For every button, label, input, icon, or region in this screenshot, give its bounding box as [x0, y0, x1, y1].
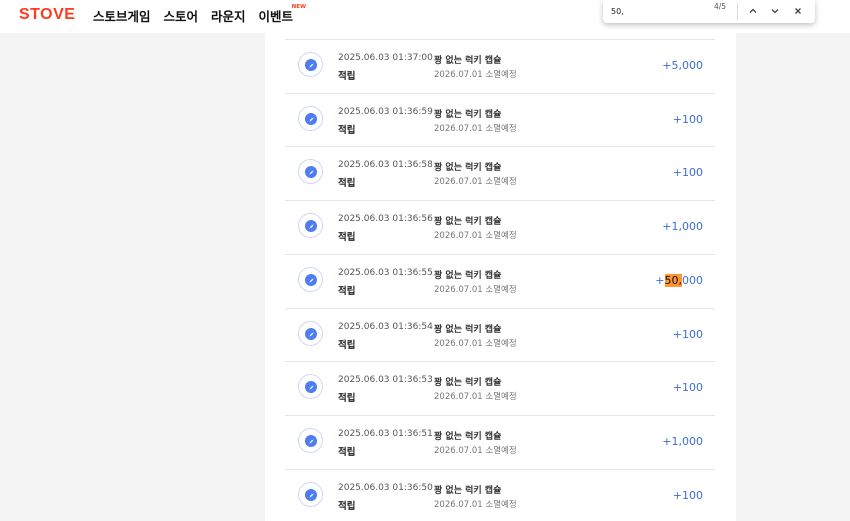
row-amount: +1,000: [662, 434, 703, 448]
compass-icon: [298, 320, 323, 346]
history-row: 2025.06.03 01:36:50 적립 꽝 없는 럭키 캡슐 2026.07.0…: [285, 468, 715, 521]
find-match-count: 4/5: [714, 2, 727, 11]
nav-item-event[interactable]: 이벤트 NEW: [258, 4, 307, 25]
row-amount: +100: [672, 112, 703, 126]
chevron-down-icon: [771, 9, 779, 14]
row-date: 2025.06.03 01:36:54: [338, 321, 433, 332]
row-type: 적립: [338, 285, 356, 297]
row-amount: +100: [672, 166, 703, 180]
row-amount: +100: [672, 488, 703, 502]
history-row: 2025.06.03 01:36:54 적립 꽝 없는 럭키 캡슐 2026.07.0…: [285, 307, 715, 362]
row-date: 2025.06.03 01:36:51: [338, 428, 433, 439]
row-amount: +1,000: [662, 220, 703, 234]
row-expiry: 2026.07.01 소멸예정: [434, 338, 517, 349]
compass-needle-icon: [309, 116, 314, 122]
row-item-name: 꽝 없는 럭키 캡슐: [434, 163, 502, 174]
history-row: 2025.06.03 01:36:51 적립 꽝 없는 럭키 캡슐 2026.07.0…: [285, 414, 715, 469]
row-date: 2025.06.03 01:36:58: [338, 160, 433, 171]
row-expiry: 2026.07.01 소멸예정: [434, 177, 517, 188]
nav-item-event-label: 이벤트: [258, 9, 294, 24]
row-type: 적립: [338, 124, 356, 136]
find-next-button[interactable]: [767, 3, 783, 19]
row-type: 적립: [338, 393, 356, 405]
row-expiry: 2026.07.01 소멸예정: [434, 70, 517, 80]
history-row: 2025.06.03 01:36:55 적립 꽝 없는 럭키 캡슐 2026.07.0…: [285, 253, 715, 308]
row-date: 2025.06.03 01:36:50: [338, 482, 433, 493]
row-date: 2025.06.03 01:36:59: [338, 106, 433, 117]
row-type: 적립: [338, 446, 356, 458]
compass-needle-icon: [309, 170, 314, 176]
new-badge: NEW: [291, 4, 307, 10]
chevron-up-icon: [749, 8, 757, 13]
find-in-page-bar: 4/5: [603, 0, 815, 23]
compass-needle-icon: [309, 385, 314, 390]
nav-item-stove-game[interactable]: 스토브게임: [93, 6, 151, 25]
row-date: 2025.06.03 01:36:56: [338, 214, 433, 225]
find-highlight: 50,: [664, 273, 682, 287]
compass-icon: [298, 105, 323, 131]
compass-icon: [298, 427, 323, 453]
find-divider: [737, 3, 738, 20]
row-date: 2025.06.03 01:36:55: [338, 267, 433, 278]
amount-suffix: 000: [682, 273, 703, 287]
compass-icon: [298, 266, 323, 292]
close-icon: [795, 8, 801, 14]
row-type: 적립: [338, 71, 356, 82]
amount-prefix: +: [655, 273, 665, 287]
row-expiry: 2026.07.01 소멸예정: [434, 392, 517, 403]
row-amount: +100: [672, 381, 703, 395]
row-expiry: 2026.07.01 소멸예정: [434, 499, 517, 510]
compass-needle-icon: [309, 331, 314, 337]
row-type: 적립: [338, 178, 356, 190]
row-item-name: 꽝 없는 럭키 캡슐: [434, 56, 502, 66]
row-item-name: 꽝 없는 럭키 캡슐: [434, 324, 502, 335]
main-nav: 스토브게임 스토어 라운지 이벤트 NEW: [93, 4, 307, 25]
row-item-name: 꽝 없는 럭키 캡슐: [434, 270, 502, 281]
row-date: 2025.06.03 01:37:00: [338, 53, 433, 63]
compass-icon: [298, 159, 323, 185]
row-type: 적립: [338, 500, 356, 512]
row-amount: +5,000: [662, 59, 703, 72]
compass-needle-icon: [309, 277, 314, 283]
compass-icon: [298, 213, 323, 239]
history-row: 2025.06.03 01:36:53 적립 꽝 없는 럭키 캡슐 2026.07.0…: [285, 361, 715, 415]
row-date: 2025.06.03 01:36:53: [338, 375, 433, 386]
row-expiry: 2026.07.01 소멸예정: [434, 284, 517, 295]
row-type: 적립: [338, 232, 356, 244]
row-item-name: 꽝 없는 럭키 캡슐: [434, 217, 502, 228]
row-item-name: 꽝 없는 럭키 캡슐: [434, 109, 502, 120]
compass-icon: [298, 374, 323, 400]
history-row: 2025.06.03 01:36:58 적립 꽝 없는 럭키 캡슐 2026.07.0…: [285, 146, 715, 200]
row-item-name: 꽝 없는 럭키 캡슐: [434, 485, 502, 496]
point-history-panel: 2025.06.03 01:37:00 적립 꽝 없는 럭키 캡슐 2026.07.0…: [265, 33, 736, 521]
compass-needle-icon: [309, 224, 314, 229]
history-row: 2025.06.03 01:36:56 적립 꽝 없는 럭키 캡슐 2026.07.0…: [285, 200, 715, 254]
history-row: 2025.06.03 01:37:00 적립 꽝 없는 럭키 캡슐 2026.07.0…: [285, 39, 715, 93]
compass-icon: [298, 481, 323, 507]
row-item-name: 꽝 없는 럭키 캡슐: [434, 378, 502, 389]
compass-needle-icon: [309, 63, 314, 68]
row-expiry: 2026.07.01 소멸예정: [434, 231, 517, 242]
compass-needle-icon: [309, 492, 314, 498]
compass-icon: [298, 52, 323, 77]
row-item-name: 꽝 없는 럭키 캡슐: [434, 431, 502, 442]
stove-logo[interactable]: STOVE: [19, 6, 75, 24]
row-expiry: 2026.07.01 소멸예정: [434, 123, 517, 134]
history-row: 2025.06.03 01:36:59 적립 꽝 없는 럭키 캡슐 2026.07.0…: [285, 92, 715, 147]
find-prev-button[interactable]: [745, 3, 761, 19]
row-type: 적립: [338, 339, 356, 351]
find-input[interactable]: [611, 4, 701, 18]
nav-item-lounge[interactable]: 라운지: [211, 6, 246, 25]
compass-needle-icon: [309, 439, 314, 444]
row-amount: +100: [672, 327, 703, 341]
nav-item-store[interactable]: 스토어: [164, 6, 199, 25]
row-amount: +50,000: [655, 273, 703, 287]
find-close-button[interactable]: [790, 3, 806, 19]
row-expiry: 2026.07.01 소멸예정: [434, 445, 517, 456]
